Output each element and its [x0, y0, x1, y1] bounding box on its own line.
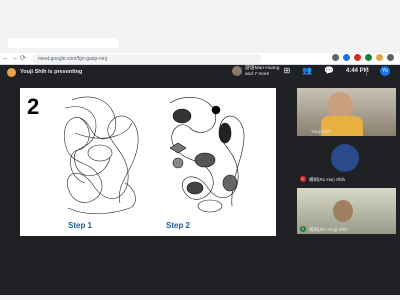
extension-icon[interactable] [376, 54, 383, 61]
participant-badge: L [300, 176, 306, 182]
presentation-slide: 2 Step 1 Step 2 [20, 88, 276, 236]
user-avatar[interactable]: Yo [380, 66, 390, 76]
viewer-name: 游道Mao Huang [245, 66, 280, 71]
browser-tab[interactable] [8, 38, 118, 48]
forward-icon[interactable]: → [11, 55, 20, 62]
presenter-label: Youji Shih is presenting [20, 69, 83, 75]
zentangle-drawings [63, 96, 245, 215]
participant-tile[interactable]: L 楊如(Ru Hui) Shih [297, 140, 396, 184]
participant-tile[interactable]: Z 楊如(Zhi Xing) Shih [297, 188, 396, 234]
person-face [333, 200, 353, 222]
nav-buttons[interactable]: ←→⟳ [2, 54, 28, 62]
url-field[interactable]: meet.google.com/fgn-gasp-nmj [32, 54, 262, 64]
divider [366, 67, 367, 76]
step1-label: Step 1 [68, 221, 93, 230]
layout-icon[interactable]: ⊞ [282, 66, 292, 76]
participant-badge: Z [300, 226, 306, 232]
profile-icon[interactable] [387, 54, 394, 61]
reload-icon[interactable]: ⟳ [20, 55, 28, 62]
extension-icon[interactable] [332, 54, 339, 61]
browser-chrome [0, 0, 400, 48]
step2-label: Step 2 [166, 221, 191, 230]
extension-icon[interactable] [343, 54, 350, 61]
participant-tile[interactable]: Youji Shih [297, 88, 396, 136]
people-icon[interactable]: 👥 [302, 66, 312, 76]
participant-name: Youji Shih [311, 129, 331, 134]
participant-name: 楊如(Ru Hui) Shih [309, 177, 346, 182]
viewer-avatar [232, 66, 242, 76]
participant-avatar [331, 144, 359, 172]
extension-icons [332, 54, 394, 61]
presenter-avatar [7, 68, 16, 77]
extension-icon[interactable] [354, 54, 361, 61]
viewer-names: 游道Mao Huang and 7 more [245, 66, 279, 77]
back-icon[interactable]: ← [2, 55, 11, 62]
participant-name: 楊如(Zhi Xing) Shih [309, 227, 348, 232]
viewer-more: and 7 more [245, 71, 270, 77]
chat-icon[interactable]: 💬 [324, 66, 334, 76]
bottom-edge [0, 295, 400, 300]
extension-icon[interactable] [365, 54, 372, 61]
